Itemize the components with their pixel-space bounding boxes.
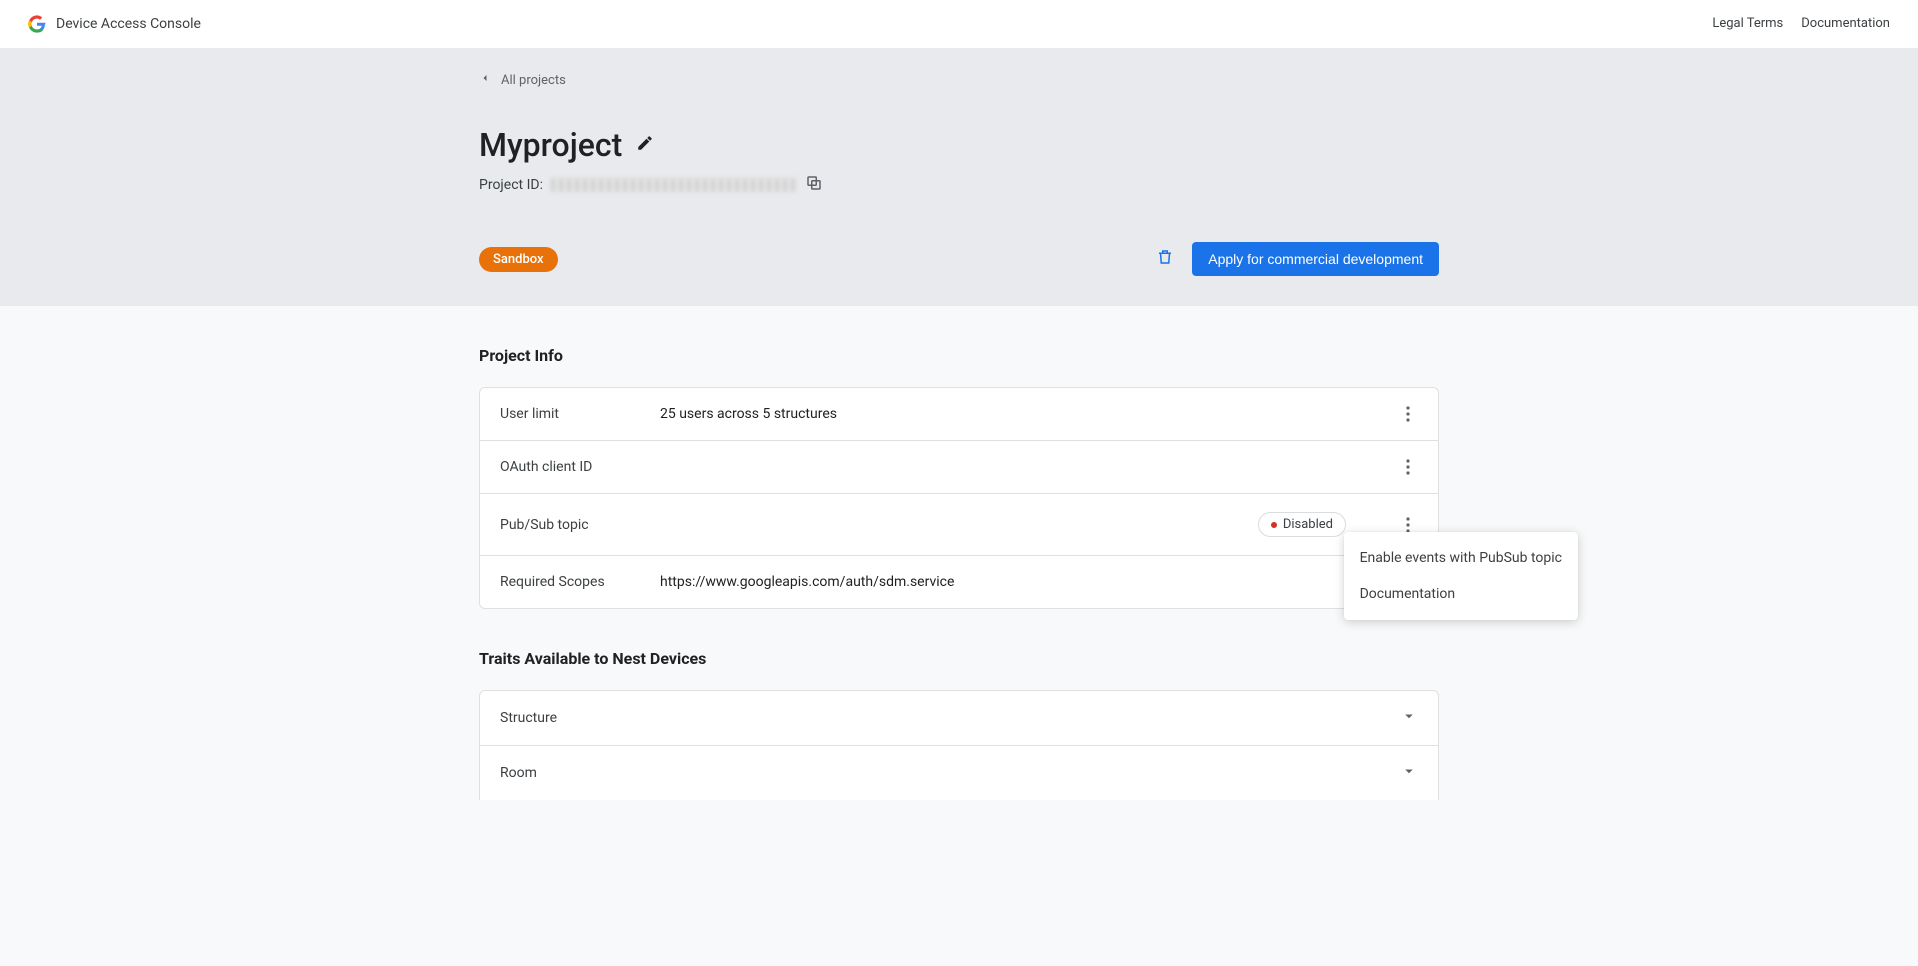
trait-row-room[interactable]: Room xyxy=(479,745,1439,800)
project-title: Myproject xyxy=(479,126,622,164)
copy-icon[interactable] xyxy=(805,174,823,196)
row-oauth: OAuth client ID xyxy=(480,441,1438,494)
sandbox-chip: Sandbox xyxy=(479,247,558,272)
row-scopes: Required Scopes https://www.googleapis.c… xyxy=(480,556,1438,608)
apply-commercial-button[interactable]: Apply for commercial development xyxy=(1192,242,1439,276)
pubsub-context-menu: Enable events with PubSub topic Document… xyxy=(1344,532,1578,620)
traits-list: Structure Room xyxy=(479,690,1439,800)
pubsub-status-text: Disabled xyxy=(1283,517,1333,532)
chevron-left-icon xyxy=(479,72,491,88)
app-title: Device Access Console xyxy=(56,16,201,32)
menu-enable-events[interactable]: Enable events with PubSub topic xyxy=(1344,540,1578,576)
documentation-link[interactable]: Documentation xyxy=(1801,16,1890,31)
breadcrumb-back[interactable]: All projects xyxy=(479,48,1439,88)
status-dot-icon xyxy=(1271,522,1277,528)
topbar: Device Access Console Legal Terms Docume… xyxy=(0,0,1918,48)
traits-heading: Traits Available to Nest Devices xyxy=(479,649,1439,668)
pubsub-more-icon[interactable] xyxy=(1398,517,1418,533)
scopes-value: https://www.googleapis.com/auth/sdm.serv… xyxy=(660,574,1418,590)
delete-icon[interactable] xyxy=(1156,248,1174,270)
project-info-card: User limit 25 users across 5 structures … xyxy=(479,387,1439,609)
row-pubsub: Pub/Sub topic Disabled Enable events wit… xyxy=(480,494,1438,556)
user-limit-label: User limit xyxy=(500,406,660,422)
project-info-heading: Project Info xyxy=(479,346,1439,365)
pubsub-status-chip: Disabled xyxy=(1258,512,1346,537)
row-user-limit: User limit 25 users across 5 structures xyxy=(480,388,1438,441)
oauth-label: OAuth client ID xyxy=(500,459,660,475)
oauth-more-icon[interactable] xyxy=(1398,459,1418,475)
chevron-down-icon xyxy=(1400,707,1418,729)
trait-label: Room xyxy=(500,765,537,781)
trait-label: Structure xyxy=(500,710,557,726)
project-id-label: Project ID: xyxy=(479,177,543,193)
breadcrumb-label: All projects xyxy=(501,73,566,88)
scopes-label: Required Scopes xyxy=(500,574,660,590)
google-logo-icon xyxy=(28,15,46,33)
user-limit-more-icon[interactable] xyxy=(1398,406,1418,422)
chevron-down-icon xyxy=(1400,762,1418,784)
edit-icon[interactable] xyxy=(636,134,654,156)
user-limit-value: 25 users across 5 structures xyxy=(660,406,1398,422)
pubsub-label: Pub/Sub topic xyxy=(500,517,660,533)
project-id-value-redacted xyxy=(551,178,797,192)
menu-documentation[interactable]: Documentation xyxy=(1344,576,1578,612)
legal-terms-link[interactable]: Legal Terms xyxy=(1712,16,1783,31)
trait-row-structure[interactable]: Structure xyxy=(479,690,1439,745)
